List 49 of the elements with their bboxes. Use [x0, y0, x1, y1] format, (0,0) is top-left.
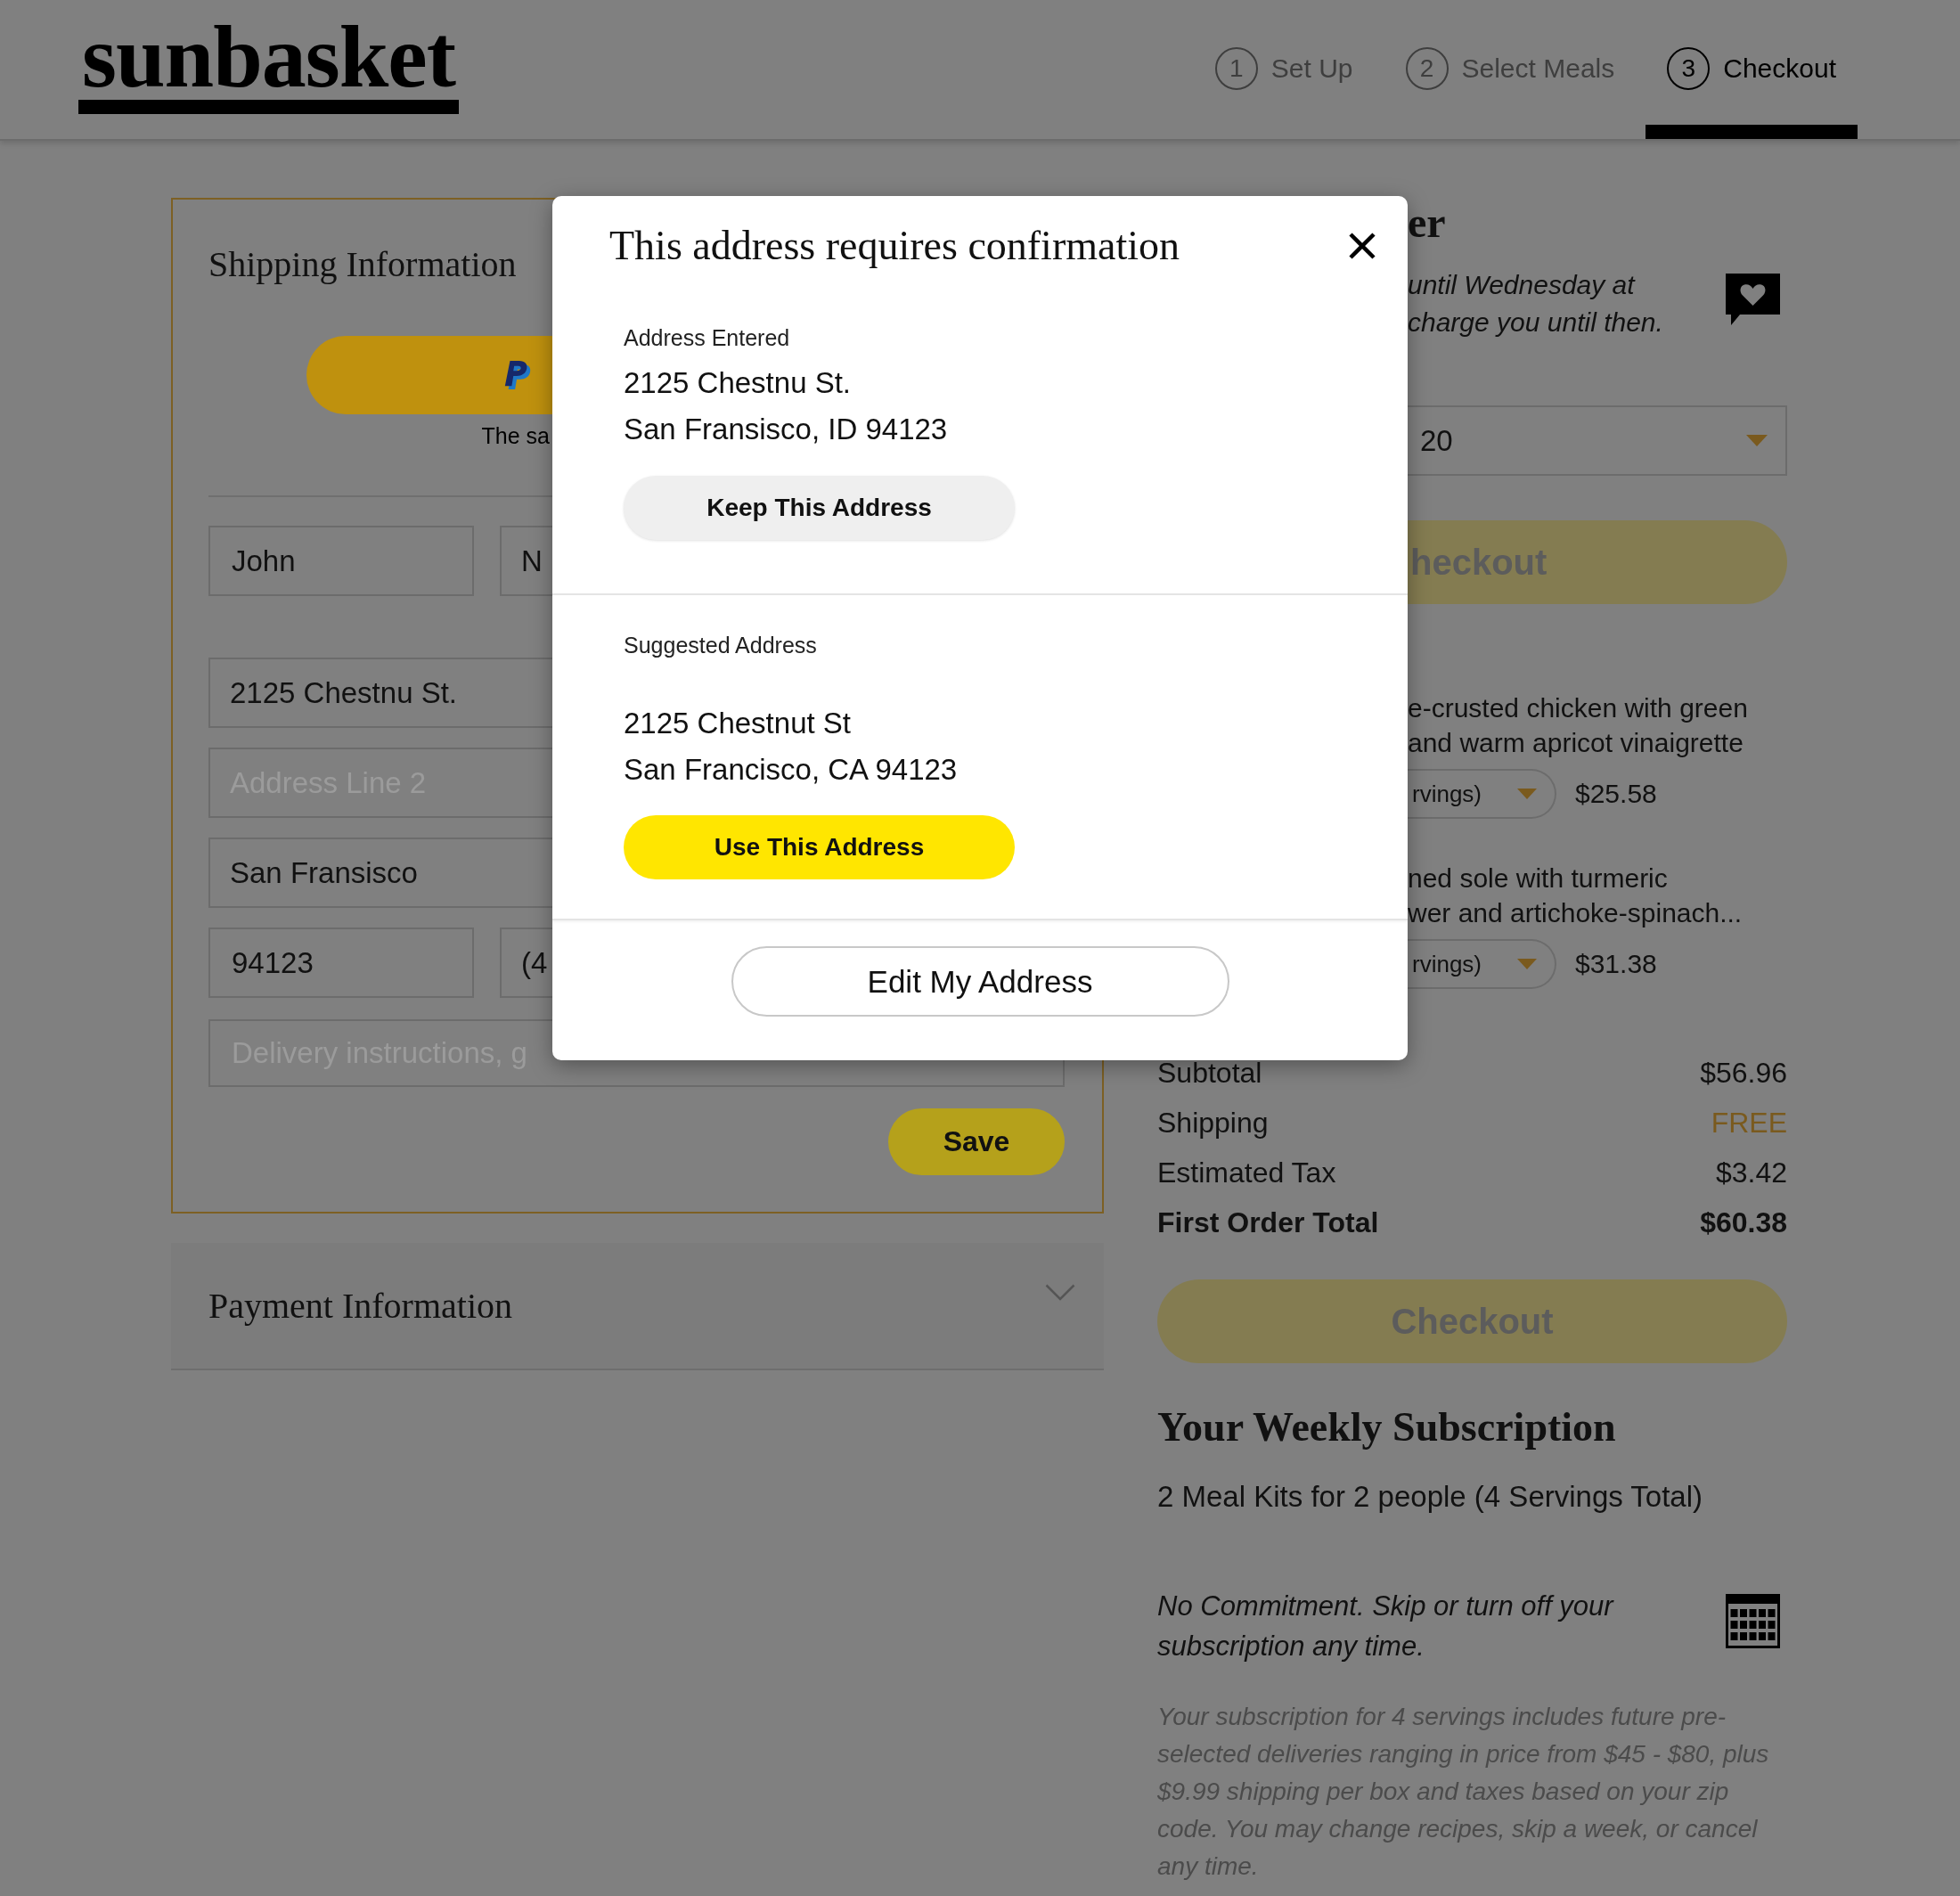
- step-tab[interactable]: 2 Select Meals: [1384, 0, 1637, 139]
- section-title: er: [1408, 198, 1446, 248]
- total-label: Subtotal: [1157, 1056, 1262, 1090]
- dropdown-field[interactable]: 20: [1408, 405, 1787, 476]
- total-value: $60.38: [1700, 1205, 1787, 1239]
- chevron-down-icon[interactable]: [1045, 1284, 1075, 1301]
- caret-icon: [1517, 789, 1537, 799]
- close-icon[interactable]: [1349, 233, 1376, 259]
- paypal-note: The sa: [481, 422, 550, 449]
- meal-name: e-crusted chicken with green and warm apricot vinaigrette: [1408, 692, 1748, 759]
- meal-price: $25.58: [1575, 779, 1657, 809]
- meal-name: ned sole with turmeric wer and artichoke-spinach...: [1408, 862, 1743, 929]
- choose-address-button[interactable]: Keep This Address: [624, 476, 1015, 540]
- text-field[interactable]: San Fransisco: [208, 838, 552, 908]
- meal-price: $31.38: [1575, 949, 1657, 979]
- total-value: $56.96: [1700, 1056, 1787, 1090]
- total-label: Shipping: [1157, 1106, 1269, 1140]
- address-text: 2125 Chestnu St. San Fransisco, ID 94123: [624, 365, 948, 447]
- paypal-logo-icon: [502, 360, 531, 390]
- caret-icon: [1517, 959, 1537, 969]
- text-field[interactable]: (4: [500, 928, 552, 998]
- section-title: Shipping Information: [208, 243, 517, 286]
- plan-text: 2 Meal Kits for 2 people (4 Servings Total): [1157, 1479, 1703, 1515]
- payment-panel[interactable]: Payment Information: [171, 1243, 1104, 1370]
- step-tab[interactable]: 1 Set Up: [1193, 0, 1375, 139]
- total-value: FREE: [1711, 1106, 1787, 1140]
- text-field[interactable]: N: [500, 526, 552, 596]
- heart-message-icon: [1726, 274, 1780, 325]
- section-title: Your Weekly Subscription: [1157, 1403, 1616, 1451]
- text-field[interactable]: 94123: [208, 928, 474, 998]
- section-label: Suggested Address: [624, 632, 817, 659]
- caret-icon: [1746, 435, 1768, 446]
- address-text: 2125 Chestnut St San Francisco, CA 94123: [624, 706, 958, 788]
- section-title: Payment Information: [208, 1284, 513, 1328]
- notice-text: until Wednesday at charge you until then.: [1408, 269, 1663, 339]
- choose-address-button[interactable]: Use This Address: [624, 815, 1015, 879]
- total-label: First Order Total: [1157, 1205, 1379, 1239]
- edit-address-button[interactable]: Edit My Address: [731, 946, 1229, 1017]
- step-tab[interactable]: 3 Checkout: [1646, 0, 1858, 139]
- dialog-title: This address requires confirmation: [609, 222, 1180, 270]
- section-label: Address Entered: [624, 324, 790, 352]
- text-field[interactable]: 2125 Chestnu St.: [208, 658, 552, 728]
- total-label: Estimated Tax: [1157, 1156, 1336, 1189]
- paypal-button[interactable]: [306, 336, 552, 414]
- calendar-icon: [1726, 1594, 1780, 1648]
- total-value: $3.42: [1715, 1156, 1787, 1189]
- text-field[interactable]: John: [208, 526, 474, 596]
- save-button[interactable]: Save: [888, 1108, 1065, 1175]
- commitment-text: No Commitment. Skip or turn off your subscription any time.: [1157, 1590, 1615, 1663]
